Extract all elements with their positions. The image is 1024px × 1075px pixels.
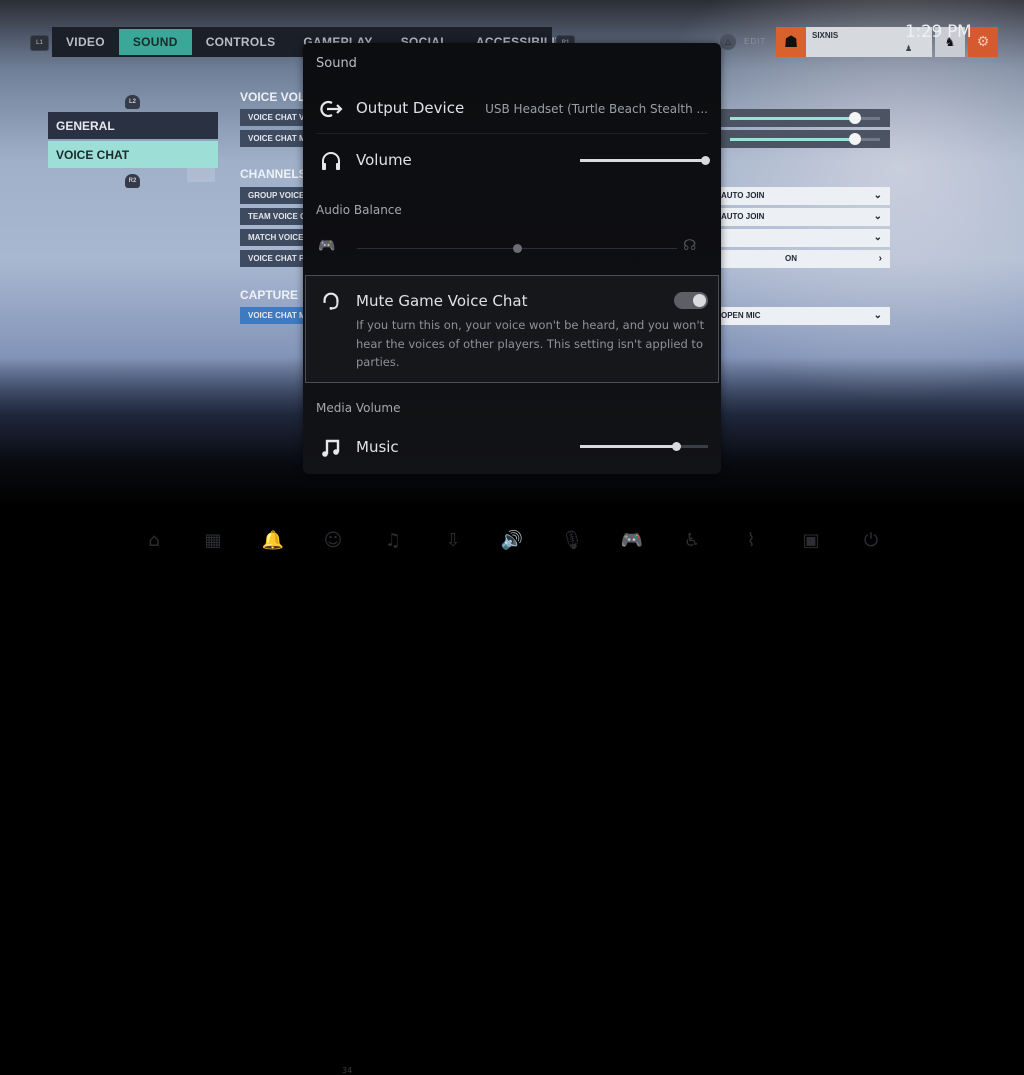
section-title-capture: CAPTURE [240,288,299,302]
headphones-icon [322,152,340,170]
clock: 1:29 PM [905,22,972,42]
dock-power[interactable]: ⏻ [858,528,884,554]
game-icon[interactable]: ⚙ [968,27,998,57]
profile-name: SIXNIS [812,31,839,40]
dock-sound[interactable]: 🔊 [499,528,525,554]
sound-icon: 🔊 [500,530,524,551]
chevron-right-icon: › [878,253,882,264]
chevron-down-icon: ⌄ [873,232,882,243]
dock-notifications[interactable]: 🔔 [260,528,286,554]
dock-downloads[interactable]: ⇩ [440,528,466,554]
dock-network[interactable]: ⌇ [738,528,764,554]
slider-fill [730,117,855,120]
slider-knob[interactable] [671,442,681,451]
l2-button-hint: L2 [125,95,140,109]
tab-video[interactable]: VIDEO [52,29,119,55]
output-device-row[interactable]: Output Device USB Headset (Turtle Beach … [303,90,721,128]
music-volume-slider[interactable] [580,442,708,451]
audio-balance-knob[interactable] [513,244,522,253]
mute-game-voice-chat-description: If you turn this on, your voice won't be… [356,318,705,369]
game-base-icon: ☺ [323,530,343,551]
chevron-down-icon: ⌄ [873,310,882,321]
dock-game-base[interactable]: ☺ [320,528,346,554]
dock-home[interactable]: ⌂ [141,528,167,554]
chevron-down-icon: ⌄ [873,190,882,201]
output-device-value: USB Headset (Turtle Beach Stealth ... [485,102,708,116]
nav-general[interactable]: GENERAL [48,112,218,139]
network-icon: ⌇ [746,530,756,551]
push-to-talk-selector[interactable]: ON › [721,250,890,268]
selector-value: ON [785,254,797,263]
dock-remote-play[interactable]: ▣ [798,528,824,554]
l1-button-hint: L1 [30,35,49,51]
team-voice-dropdown[interactable]: AUTO JOIN ⌄ [721,208,890,226]
edit-label[interactable]: EDIT [744,37,766,46]
row-label-team-voice: TEAM VOICE CHAT [240,208,304,225]
row-label-voice-chat-mic-volume: VOICE CHAT MIC VOLUME [240,130,304,147]
dropdown-value: AUTO JOIN [721,212,765,221]
game-library-icon: ▦ [204,530,222,551]
remote-play-icon: ▣ [802,530,820,551]
triangle-button-icon: △ [720,34,736,50]
slider-fill [580,445,676,448]
avatar: ☗ [776,27,806,57]
friends-online-count: 34 [342,1066,353,1075]
headset-balance-icon: ☊ [683,236,697,254]
control-center-dock: ⌂ ▦ 🔔 ☺ 34 ♫ ⇩ 🔊 🎙 🎮 ♿ ⌇ ▣ ⏻ [0,520,1024,1075]
slider-knob[interactable] [848,133,861,145]
volume-label: Volume [356,151,412,169]
dropdown-value: OPEN MIC [721,311,761,320]
tab-sound[interactable]: SOUND [118,29,192,55]
row-label-match-voice: MATCH VOICE CHAT [240,229,304,246]
voice-chat-volume-slider[interactable] [721,109,890,127]
playstation-icon: ♟ [905,44,913,53]
row-label-push-to-talk: VOICE CHAT PUSH TO TALK [240,250,304,267]
headset-mic-icon [323,292,339,310]
match-voice-dropdown[interactable]: ⌄ [721,229,890,247]
controller-speaker-icon: 🎮 [318,238,336,254]
panel-title: Sound [316,56,357,71]
mic-icon: 🎙 [560,530,584,551]
power-icon: ⏻ [863,530,879,551]
chevron-down-icon: ⌄ [873,211,882,222]
tab-controls[interactable]: CONTROLS [192,29,290,55]
output-device-label: Output Device [356,99,465,117]
dock-game-library[interactable]: ▦ [200,528,226,554]
slider-knob[interactable] [700,156,710,165]
scroll-indicator [187,168,215,182]
music-icon: ♫ [384,530,402,551]
music-note-icon [322,439,340,457]
accessibility-icon: ♿ [683,530,701,551]
home-icon: ⌂ [148,530,160,551]
dropdown-value: AUTO JOIN [721,191,765,200]
output-device-icon [320,100,343,118]
downloads-icon: ⇩ [445,530,461,551]
toggle-knob [693,294,706,307]
slider-fill [730,138,855,141]
r2-button-hint: R2 [125,174,140,188]
slider-fill [580,159,705,162]
row-label-voice-chat-mic: VOICE CHAT MIC [240,307,304,324]
volume-slider[interactable] [580,156,710,165]
nav-voice-chat[interactable]: VOICE CHAT [48,141,218,168]
mute-game-voice-chat-label: Mute Game Voice Chat [356,292,528,310]
notifications-icon: 🔔 [261,530,285,551]
dock-accessibility[interactable]: ♿ [679,528,705,554]
voice-chat-mic-volume-slider[interactable] [721,130,890,148]
media-volume-label: Media Volume [316,401,401,415]
dock-controller[interactable]: 🎮 [619,528,645,554]
dock-music[interactable]: ♫ [380,528,406,554]
group-voice-dropdown[interactable]: AUTO JOIN ⌄ [721,187,890,205]
mute-game-voice-chat-toggle[interactable] [674,292,708,309]
divider [316,133,708,134]
slider-knob[interactable] [848,112,861,124]
section-title-channels: CHANNELS [240,167,307,181]
dock-mic[interactable]: 🎙 [559,528,585,554]
controller-icon: 🎮 [620,530,644,551]
row-label-voice-chat-volume: VOICE CHAT VOLUME [240,109,304,126]
row-label-group-voice: GROUP VOICE CHAT [240,187,304,204]
audio-balance-label: Audio Balance [316,203,402,217]
voice-chat-mic-dropdown[interactable]: OPEN MIC ⌄ [721,307,890,325]
music-label: Music [356,438,399,456]
